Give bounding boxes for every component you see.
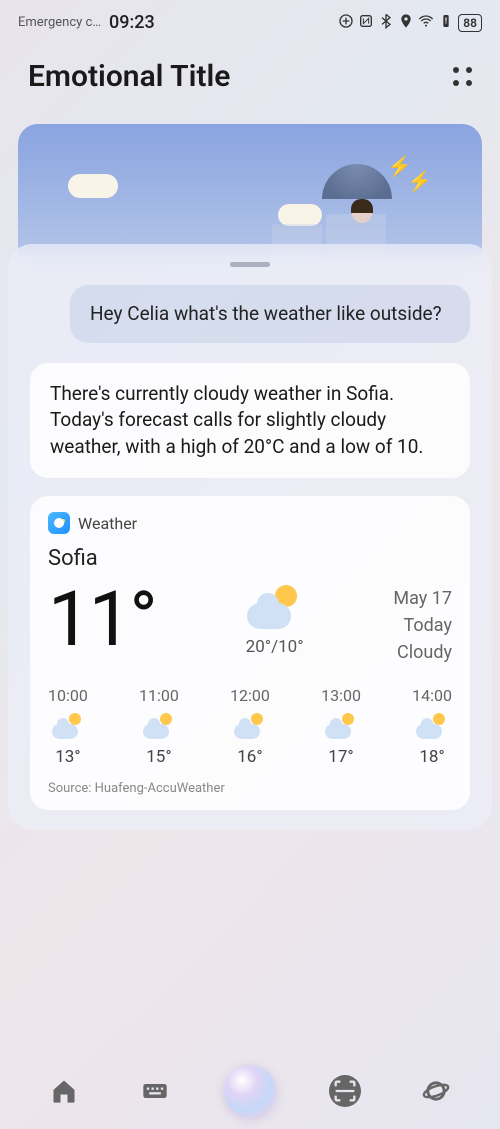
page-title: Emotional Title — [28, 59, 230, 94]
hourly-forecast: 10:00 13° 11:00 15° 12:00 16° 13:00 17° … — [48, 686, 452, 767]
keyboard-icon — [141, 1077, 169, 1105]
scan-icon — [329, 1075, 361, 1107]
weather-condition: Cloudy — [393, 639, 452, 666]
keyboard-button[interactable] — [133, 1069, 177, 1113]
partly-cloudy-icon — [247, 585, 303, 629]
high-low-temp: 20°/10° — [246, 637, 304, 657]
hourly-item: 13:00 17° — [321, 686, 361, 767]
user-message-text: Hey Celia what's the weather like outsid… — [90, 302, 442, 325]
conversation-sheet: Hey Celia what's the weather like outsid… — [8, 244, 492, 830]
carrier-text: Emergency c… — [18, 15, 101, 30]
lightning-icon: ⚡ — [407, 169, 432, 193]
weather-app-label: Weather — [78, 514, 137, 533]
bluetooth-icon — [378, 13, 394, 33]
partly-cloudy-icon — [52, 713, 84, 739]
weather-date: May 17 — [393, 585, 452, 612]
hourly-item: 14:00 18° — [412, 686, 452, 767]
partly-cloudy-icon — [234, 713, 266, 739]
weather-app-icon — [48, 512, 70, 534]
assistant-message-bubble: There's currently cloudy weather in Sofi… — [30, 363, 470, 479]
current-temperature: 11° — [48, 581, 156, 657]
user-message-bubble: Hey Celia what's the weather like outsid… — [70, 285, 470, 343]
illustration-card: ⚡ ⚡ — [18, 124, 482, 254]
battery-indicator: 88 — [458, 14, 482, 32]
scan-button[interactable] — [323, 1069, 367, 1113]
assistant-orb-button[interactable] — [224, 1065, 276, 1117]
wifi-icon — [418, 13, 434, 33]
home-icon — [50, 1077, 78, 1105]
hourly-item: 11:00 15° — [139, 686, 179, 767]
data-saver-icon — [338, 13, 354, 33]
clock-time: 09:23 — [109, 12, 155, 33]
page-header: Emotional Title — [0, 39, 500, 104]
status-bar: Emergency c… 09:23 ! 88 — [0, 0, 500, 39]
menu-button[interactable] — [453, 67, 472, 86]
nfc-icon — [358, 13, 374, 33]
weather-card[interactable]: Weather Sofia 11° 20°/10° May 17 Today C… — [30, 496, 470, 810]
assistant-message-text: There's currently cloudy weather in Sofi… — [50, 382, 423, 458]
location-icon — [398, 13, 414, 33]
umbrella-icon — [322, 164, 392, 199]
hourly-item: 12:00 16° — [230, 686, 270, 767]
svg-text:!: ! — [445, 16, 447, 25]
hourly-item: 10:00 13° — [48, 686, 88, 767]
home-button[interactable] — [42, 1069, 86, 1113]
weather-source: Source: Huafeng-AccuWeather — [48, 781, 452, 796]
bottom-nav — [0, 1053, 500, 1129]
drag-handle[interactable] — [230, 262, 270, 267]
status-icons: ! 88 — [338, 13, 482, 33]
planet-icon — [422, 1077, 450, 1105]
partly-cloudy-icon — [416, 713, 448, 739]
partly-cloudy-icon — [325, 713, 357, 739]
weather-city: Sofia — [48, 546, 452, 571]
discover-button[interactable] — [414, 1069, 458, 1113]
partly-cloudy-icon — [143, 713, 175, 739]
alert-icon: ! — [438, 13, 454, 33]
weather-day: Today — [393, 612, 452, 639]
